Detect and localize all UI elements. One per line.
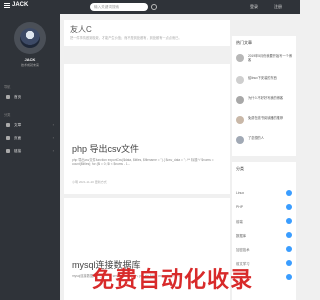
hot-article-item[interactable]: 了念想的人 (236, 134, 294, 150)
nav-section-label: 导航 (4, 85, 11, 89)
menu-icon[interactable] (4, 3, 10, 9)
category-item[interactable]: PHP (236, 202, 292, 213)
chevron-right-icon: › (52, 135, 54, 140)
friend-desc: 把一件事情做到极致，才能产生价值；而不是到处都有，到处都有一点点而已。 (70, 36, 182, 40)
link-icon (6, 149, 10, 153)
post-meta: 小明 2021-11-20 更新方式 (72, 180, 107, 184)
site-logo[interactable]: JACK (12, 2, 28, 8)
top-bar: JACK 输入关键词搜索 登录 注册 (0, 0, 300, 14)
hot-articles-title: 热门文章 (236, 40, 252, 45)
category-item[interactable]: Linux (236, 188, 292, 199)
author-subtitle: 技术成就未来 (20, 63, 39, 67)
avatar (14, 22, 46, 54)
sidebar: JACK 技术成就未来 导航 首页 分类 文章 › 页面 › 链接 › (0, 14, 60, 300)
category-item[interactable]: 数据库 (236, 230, 292, 241)
register-link[interactable]: 注册 (274, 4, 282, 10)
hot-article-item[interactable]: 2019年5月份我要开始写一个博客 (236, 52, 294, 68)
search-icon[interactable] (151, 4, 157, 10)
sidebar-item-home[interactable]: 首页 (4, 92, 56, 102)
hot-article-item[interactable]: 免费在线书阅读器的推荐 (236, 114, 294, 130)
friend-title: 友人C (70, 25, 92, 34)
post-card[interactable]: php 导出csv文件 php 导出csv文件function exportCs… (64, 64, 230, 194)
hot-article-item[interactable]: 为什么不好好写我的博客 (236, 94, 294, 110)
hot-article-item[interactable]: 给linux下安装的东西 (236, 74, 294, 90)
sidebar-item-links[interactable]: 链接 › (4, 146, 56, 156)
right-sidebar: 热门文章 2019年5月份我要开始写一个博客 给linux下安装的东西 为什么不… (232, 14, 300, 300)
category-section-label: 分类 (4, 113, 11, 117)
hot-articles-card: 热门文章 2019年5月份我要开始写一个博客 给linux下安装的东西 为什么不… (232, 36, 296, 156)
author-name: JACK (24, 57, 36, 62)
article-icon (6, 123, 10, 127)
login-link[interactable]: 登录 (250, 4, 258, 10)
sidebar-item-pages[interactable]: 页面 › (4, 133, 56, 143)
page-icon (6, 136, 10, 140)
post-title[interactable]: php 导出csv文件 (72, 142, 139, 155)
sidebar-item-articles[interactable]: 文章 › (4, 120, 56, 130)
chevron-right-icon: › (52, 122, 54, 127)
home-icon (6, 95, 10, 99)
promo-overlay-text: 免费自动化收录 (92, 267, 254, 292)
category-item[interactable]: 前端 (236, 216, 292, 227)
categories-title: 分类 (236, 166, 244, 171)
post-excerpt: php 导出csv文件function exportCsv($data, $ti… (72, 158, 214, 167)
search-input[interactable]: 输入关键词搜索 (90, 3, 148, 11)
friend-card: 友人C 把一件事情做到极致，才能产生价值；而不是到处都有，到处都有一点点而已。 (64, 20, 230, 46)
chevron-right-icon: › (52, 148, 54, 153)
main-content: 友人C 把一件事情做到极致，才能产生价值；而不是到处都有，到处都有一点点而已。 … (60, 14, 230, 300)
category-item[interactable]: 加密技术 (236, 244, 292, 255)
